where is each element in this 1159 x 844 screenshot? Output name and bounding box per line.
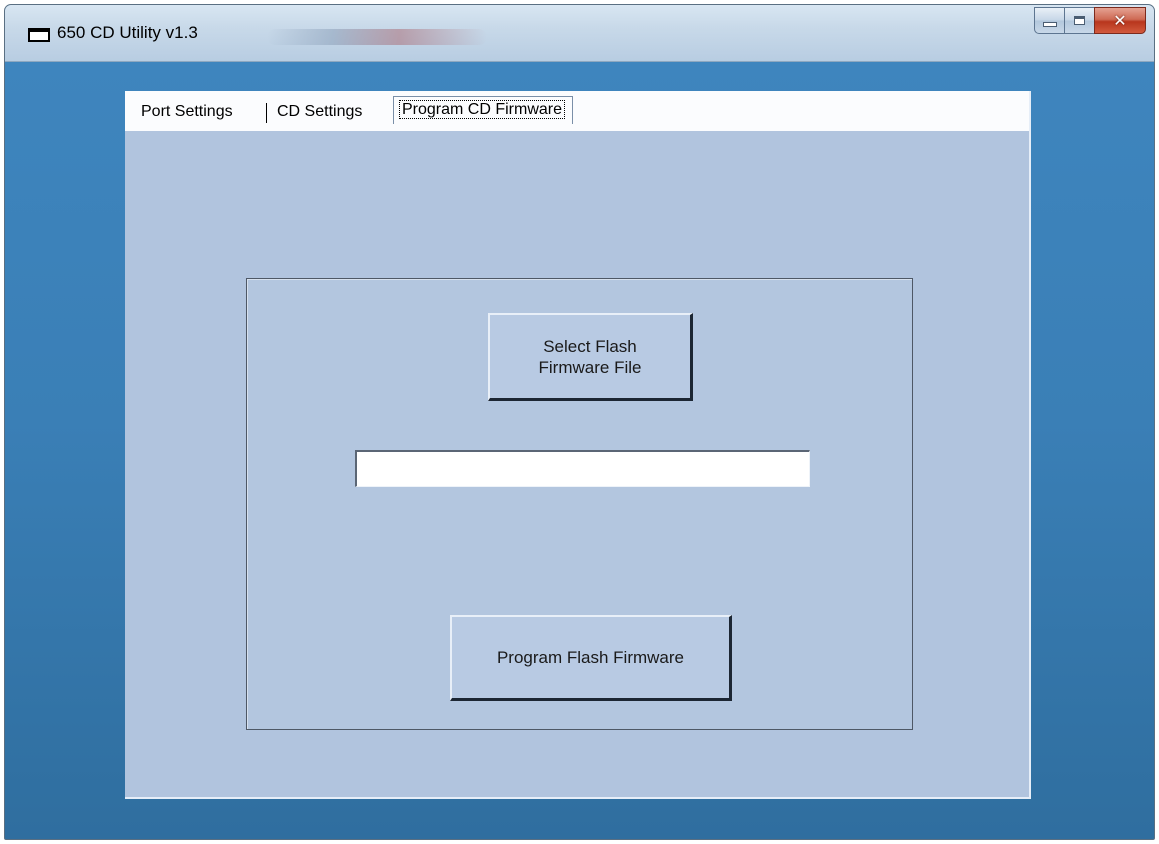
app-window-icon[interactable] [28, 28, 50, 42]
close-button[interactable]: ✕ [1094, 7, 1146, 34]
title-bar-reflection [267, 29, 487, 45]
select-flash-firmware-file-button[interactable]: Select Flash Firmware File [488, 313, 693, 401]
maximize-button[interactable] [1064, 7, 1094, 34]
window-controls: ✕ [1034, 7, 1146, 34]
minimize-button[interactable] [1034, 7, 1064, 34]
tab-cd-settings[interactable]: CD Settings [277, 100, 362, 124]
firmware-group-box: Select Flash Firmware File Program Flash… [246, 278, 913, 730]
tab-control: Port Settings CD Settings Program CD Fir… [125, 91, 1031, 799]
title-bar[interactable]: 650 CD Utility v1.3 ✕ [5, 5, 1154, 62]
minimize-icon [1042, 22, 1057, 27]
firmware-file-path-field[interactable] [355, 450, 810, 487]
program-firmware-panel: Select Flash Firmware File Program Flash… [125, 131, 1029, 797]
app-window: 650 CD Utility v1.3 ✕ Port Settings CD S… [4, 4, 1155, 840]
tab-strip: Port Settings CD Settings Program CD Fir… [125, 91, 1029, 131]
tab-divider [266, 103, 267, 123]
window-title: 650 CD Utility v1.3 [57, 23, 198, 42]
program-flash-firmware-button[interactable]: Program Flash Firmware [450, 615, 732, 701]
tab-program-cd-firmware[interactable]: Program CD Firmware [393, 96, 574, 124]
tab-port-settings[interactable]: Port Settings [141, 100, 233, 124]
tab-program-cd-firmware-label: Program CD Firmware [398, 100, 566, 119]
close-icon: ✕ [1113, 10, 1127, 30]
maximize-icon [1074, 16, 1085, 25]
